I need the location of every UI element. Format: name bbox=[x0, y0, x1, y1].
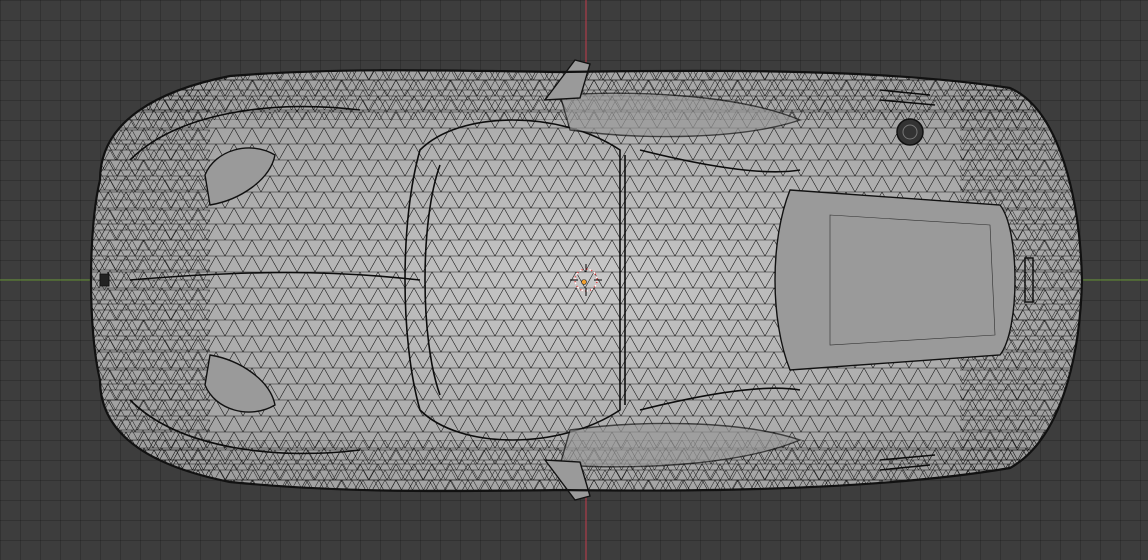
3d-viewport[interactable] bbox=[0, 0, 1148, 560]
viewport-canvas[interactable] bbox=[0, 0, 1148, 560]
front-badge bbox=[99, 273, 110, 287]
engine-cover bbox=[774, 189, 1016, 371]
object-origin-icon bbox=[581, 279, 587, 285]
fuel-cap bbox=[896, 118, 924, 146]
